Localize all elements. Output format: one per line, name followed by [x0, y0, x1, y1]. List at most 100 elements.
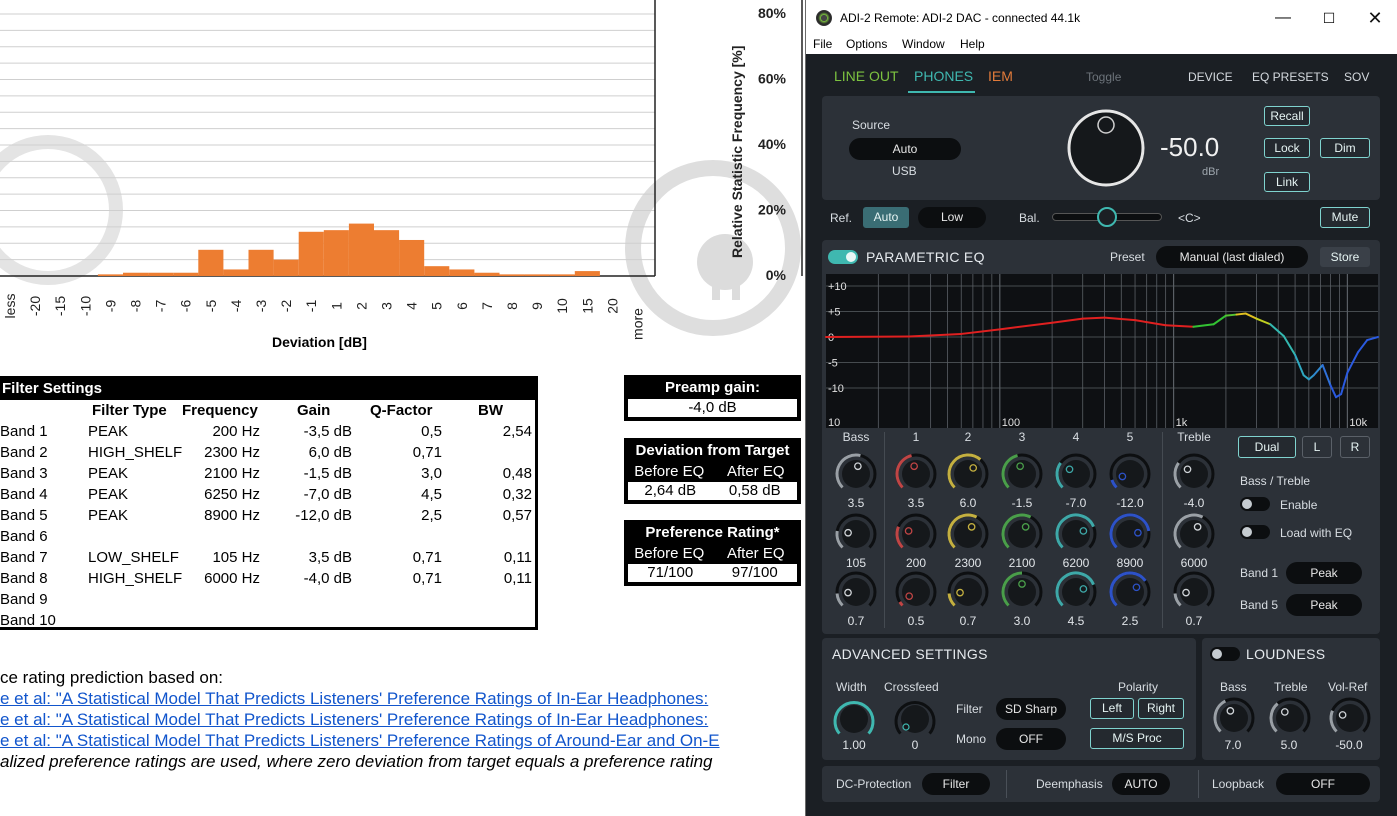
tab-line-out[interactable]: LINE OUT: [834, 68, 899, 84]
title-bar[interactable]: ADI-2 Remote: ADI-2 DAC - connected 44.1…: [806, 0, 1397, 36]
x-axis-label: Deviation [dB]: [272, 334, 367, 350]
x-tick-label: -8: [128, 300, 144, 313]
dc-protection-select[interactable]: Filter: [922, 773, 990, 795]
ref-label: Ref.: [830, 211, 853, 225]
reference-link-3[interactable]: e et al: "A Statistical Model That Predi…: [0, 731, 720, 751]
band-5-frequency-knob[interactable]: [1108, 512, 1152, 556]
menu-help[interactable]: Help: [960, 37, 985, 51]
x-tick-label: -6: [178, 300, 194, 313]
loudness-volref-value: -50.0: [1335, 738, 1363, 752]
bass-q-knob[interactable]: [834, 570, 878, 614]
tab-eq-presets[interactable]: EQ PRESETS: [1252, 70, 1329, 84]
tab-iem[interactable]: IEM: [988, 68, 1013, 84]
width-knob[interactable]: [831, 696, 877, 742]
band5-type-select[interactable]: Peak: [1286, 594, 1362, 616]
volume-knob[interactable]: [1066, 108, 1146, 188]
right-channel-button[interactable]: R: [1340, 436, 1370, 458]
mute-button[interactable]: Mute: [1320, 207, 1370, 228]
treble-column-label: Treble: [1177, 430, 1211, 444]
minimize-icon[interactable]: —: [1260, 0, 1306, 36]
treble-q-knob[interactable]: [1172, 570, 1216, 614]
toggle-button[interactable]: Toggle: [1086, 70, 1121, 84]
reference-link-1[interactable]: e et al: "A Statistical Model That Predi…: [0, 689, 708, 709]
bass-treble-enable-toggle[interactable]: [1240, 497, 1270, 511]
bass-frequency-knob[interactable]: [834, 512, 878, 556]
menu-file[interactable]: File: [813, 37, 832, 51]
tab-phones[interactable]: PHONES: [914, 68, 973, 84]
band-1-frequency-knob[interactable]: [894, 512, 938, 556]
treble-frequency-knob[interactable]: [1172, 512, 1216, 556]
histogram-bar: [223, 269, 249, 276]
reference-link-2[interactable]: e et al: "A Statistical Model That Predi…: [0, 710, 708, 730]
loudness-treble-knob[interactable]: [1268, 696, 1312, 740]
store-button[interactable]: Store: [1320, 247, 1370, 267]
loudness-toggle[interactable]: [1210, 647, 1240, 661]
preference-after-label: After EQ: [726, 545, 785, 562]
crossfeed-label: Crossfeed: [884, 680, 939, 694]
polarity-right-button[interactable]: Right: [1138, 698, 1184, 719]
dual-button[interactable]: Dual: [1238, 436, 1296, 458]
mono-select[interactable]: OFF: [996, 728, 1066, 750]
eq-response-graph[interactable]: +10 +5 0 -5 -10 10 100 1k 10k: [822, 274, 1380, 428]
left-channel-button[interactable]: L: [1302, 436, 1332, 458]
cell-gain: -7,0 dB: [303, 486, 352, 503]
band1-type-select[interactable]: Peak: [1286, 562, 1362, 584]
filter-settings-table: Filter Settings Filter Type Frequency Ga…: [0, 376, 538, 630]
y-tick-label: 60%: [758, 71, 787, 87]
band-1-gain-knob[interactable]: [894, 452, 938, 496]
link-button[interactable]: Link: [1264, 172, 1310, 192]
band-1-q-knob[interactable]: [894, 570, 938, 614]
band-3-q-knob[interactable]: [1000, 570, 1044, 614]
band-4-frequency-knob[interactable]: [1054, 512, 1098, 556]
loudness-volref-knob[interactable]: [1328, 696, 1372, 740]
tab-device[interactable]: DEVICE: [1188, 70, 1233, 84]
band-2-q-knob[interactable]: [946, 570, 990, 614]
lock-button[interactable]: Lock: [1264, 138, 1310, 158]
cell-bandwidth: 2,54: [502, 423, 532, 440]
dim-button[interactable]: Dim: [1320, 138, 1370, 158]
band-5-q-knob[interactable]: [1108, 570, 1152, 614]
table-row: Band 3 PEAK 2100 Hz -1,5 dB 3,0 0,48: [0, 463, 540, 484]
preference-after-value: 97/100: [731, 564, 778, 581]
band-2-frequency-value: 2300: [954, 556, 982, 570]
x-tick-label: 20: [604, 298, 620, 314]
width-value: 1.00: [842, 738, 866, 752]
band-5-gain-knob[interactable]: [1108, 452, 1152, 496]
band-3-frequency-knob[interactable]: [1000, 512, 1044, 556]
balance-slider-handle[interactable]: [1097, 207, 1117, 227]
tab-sov[interactable]: SOV: [1344, 70, 1369, 84]
peq-enable-toggle[interactable]: [828, 250, 858, 264]
load-with-eq-toggle[interactable]: [1240, 525, 1270, 539]
band-4-gain-knob[interactable]: [1054, 452, 1098, 496]
band-2-gain-knob[interactable]: [946, 452, 990, 496]
bass-treble-label: Bass / Treble: [1240, 474, 1311, 488]
recall-button[interactable]: Recall: [1264, 106, 1310, 126]
menu-options[interactable]: Options: [846, 37, 887, 51]
close-icon[interactable]: ✕: [1352, 0, 1397, 36]
filter-select[interactable]: SD Sharp: [996, 698, 1066, 720]
ref-auto-button[interactable]: Auto: [863, 207, 909, 228]
eq-curve-segment: [825, 335, 910, 338]
preference-values: 71/100 97/100: [628, 564, 797, 582]
band-3-gain-knob[interactable]: [1000, 452, 1044, 496]
maximize-icon[interactable]: ☐: [1306, 0, 1352, 36]
deviation-after-value: 0,58 dB: [728, 482, 781, 499]
menu-window[interactable]: Window: [902, 37, 945, 51]
deemphasis-select[interactable]: AUTO: [1112, 773, 1170, 795]
divider: [1006, 770, 1007, 798]
band-2-frequency-knob[interactable]: [946, 512, 990, 556]
source-select[interactable]: Auto: [849, 138, 961, 160]
preset-select[interactable]: Manual (last dialed): [1156, 246, 1308, 268]
bass-gain-knob[interactable]: [834, 452, 878, 496]
loopback-select[interactable]: OFF: [1276, 773, 1370, 795]
footnote-heading: ce rating prediction based on:: [0, 668, 224, 687]
treble-gain-knob[interactable]: [1172, 452, 1216, 496]
polarity-left-button[interactable]: Left: [1090, 698, 1134, 719]
deviation-values: 2,64 dB 0,58 dB: [628, 482, 797, 500]
loudness-bass-knob[interactable]: [1212, 696, 1256, 740]
crossfeed-knob[interactable]: [892, 696, 938, 742]
ref-low-button[interactable]: Low: [918, 207, 986, 228]
band-4-q-knob[interactable]: [1054, 570, 1098, 614]
ms-proc-button[interactable]: M/S Proc: [1090, 728, 1184, 749]
band-5-frequency-value: 8900: [1116, 556, 1144, 570]
